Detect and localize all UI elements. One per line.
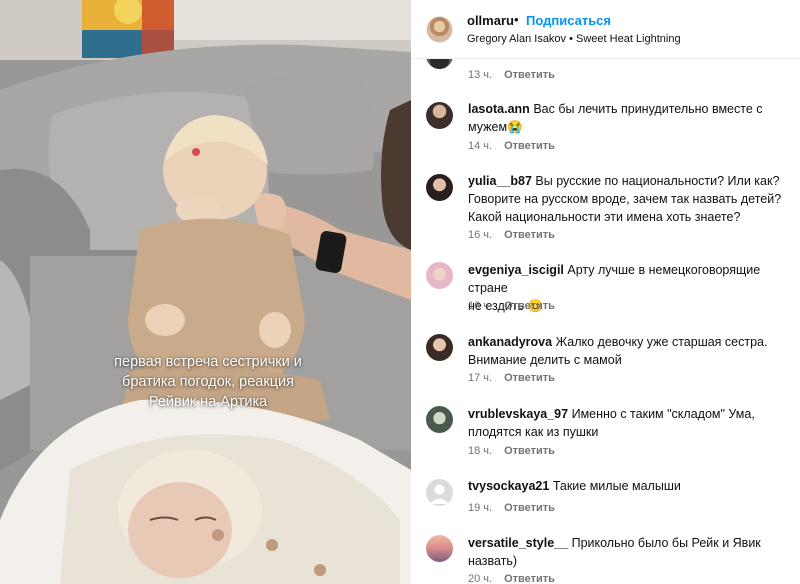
comment-username[interactable]: versatile_style__: [468, 536, 568, 550]
comment-meta: 18 ч. Ответить: [468, 445, 555, 457]
header-separator: •: [514, 12, 519, 27]
header-divider: [411, 58, 800, 59]
comment-time: 18 ч.: [468, 445, 493, 457]
default-user-icon: [430, 484, 449, 504]
follow-button[interactable]: Подписаться: [526, 13, 611, 28]
reply-button[interactable]: Ответить: [504, 229, 555, 241]
comment-meta: 19 ч. Ответить: [468, 502, 555, 514]
comment-avatar[interactable]: [426, 406, 453, 433]
comment-time: 19 ч.: [468, 502, 493, 514]
comment-username[interactable]: yulia__b87: [468, 174, 532, 188]
comment-body: yulia__b87 Вы русские по национальности?…: [468, 172, 798, 226]
post-header: ollmaru • Подписаться Gregory Alan Isako…: [411, 0, 800, 58]
comments-panel: 13 ч. Ответить lasota.ann Вас бы лечить п…: [411, 0, 800, 584]
photo-scene: [0, 0, 411, 584]
comment-meta: 13 ч. Ответить: [468, 69, 555, 81]
comment-body: vrublevskaya_97 Именно с таким "складом"…: [468, 405, 798, 441]
reply-button[interactable]: Ответить: [504, 372, 555, 384]
reply-button[interactable]: Ответить: [504, 573, 555, 584]
author-username[interactable]: ollmaru: [467, 13, 514, 28]
comment-avatar[interactable]: [426, 174, 453, 201]
comment-body: tvysockaya21 Такие милые малыши: [468, 477, 798, 495]
comment-avatar[interactable]: [426, 535, 453, 562]
comment-body: versatile_style__ Прикольно было бы Рейк…: [468, 534, 798, 570]
comment-meta: 16 ч. Ответить: [468, 229, 555, 241]
video-overlay-caption: первая встреча сестрички и братика погод…: [114, 354, 302, 410]
comment-meta: 20 ч. Ответить: [468, 573, 555, 584]
comment-avatar[interactable]: [426, 334, 453, 361]
comment-username[interactable]: ankanadyrova: [468, 335, 552, 349]
comment-list[interactable]: 13 ч. Ответить lasota.ann Вас бы лечить п…: [411, 0, 800, 584]
comment-text: Такие милые малыши: [552, 479, 681, 493]
comment-time: 16 ч.: [468, 300, 493, 312]
comment-time: 14 ч.: [468, 140, 493, 152]
comment-username[interactable]: lasota.ann: [468, 102, 530, 116]
comment-username[interactable]: evgeniya_iscigil: [468, 263, 564, 277]
comment-meta: 16 ч. Ответить: [468, 300, 555, 312]
comment-avatar[interactable]: [426, 479, 453, 506]
reply-button[interactable]: Ответить: [504, 502, 555, 514]
reply-button[interactable]: Ответить: [504, 69, 555, 81]
comment-body: ankanadyrova Жалко девочку уже старшая с…: [468, 333, 798, 369]
comment-avatar[interactable]: [426, 102, 453, 129]
comment-meta: 14 ч. Ответить: [468, 140, 555, 152]
post-media[interactable]: первая встреча сестрички и братика погод…: [0, 0, 411, 584]
comment-time: 16 ч.: [468, 229, 493, 241]
reply-button[interactable]: Ответить: [504, 300, 555, 312]
author-avatar[interactable]: [426, 16, 453, 43]
comment-username[interactable]: vrublevskaya_97: [468, 407, 568, 421]
reply-button[interactable]: Ответить: [504, 140, 555, 152]
audio-track-link[interactable]: Gregory Alan Isakov • Sweet Heat Lightni…: [467, 33, 681, 45]
comment-time: 20 ч.: [468, 573, 493, 584]
reply-button[interactable]: Ответить: [504, 445, 555, 457]
comment-username[interactable]: tvysockaya21: [468, 479, 549, 493]
comment-avatar[interactable]: [426, 262, 453, 289]
comment-time: 17 ч.: [468, 372, 493, 384]
comment-meta: 17 ч. Ответить: [468, 372, 555, 384]
comment-time: 13 ч.: [468, 69, 493, 81]
comment-body: lasota.ann Вас бы лечить принудительно в…: [468, 100, 798, 136]
